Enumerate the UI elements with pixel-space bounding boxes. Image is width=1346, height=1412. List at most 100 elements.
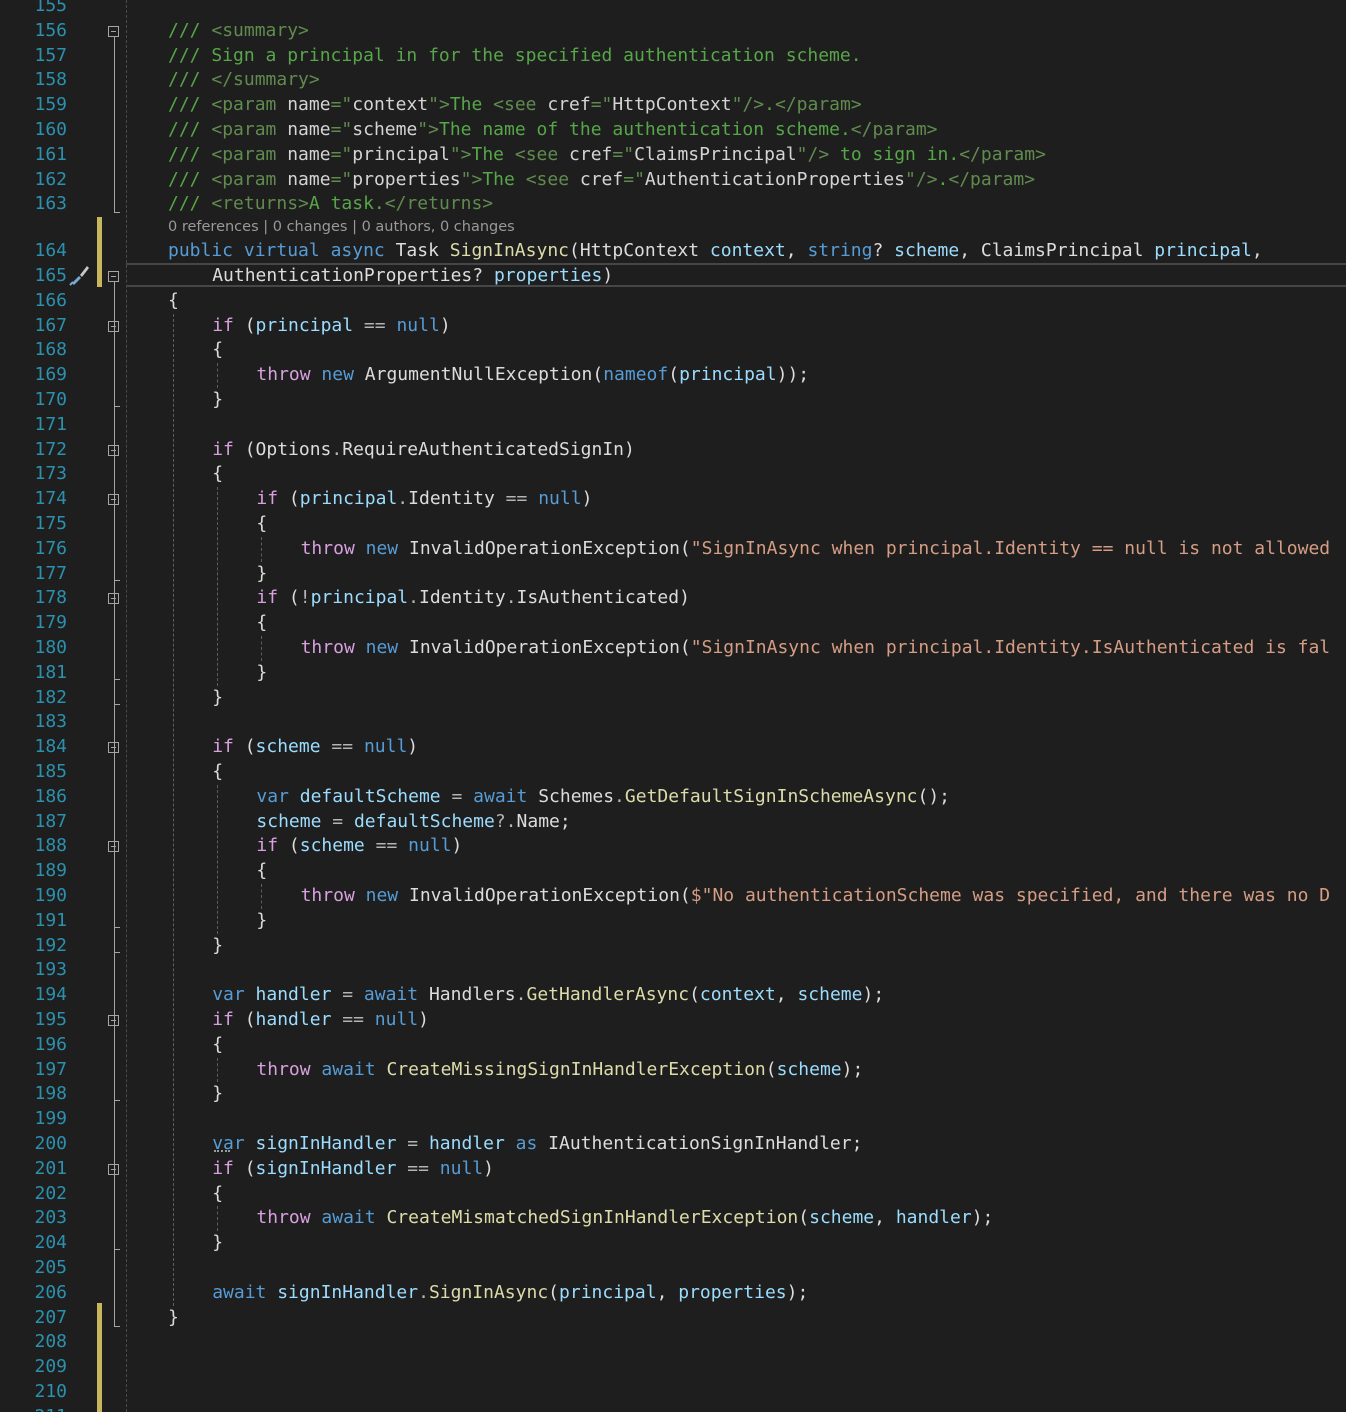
code-line[interactable]: if (Options.RequireAuthenticatedSignIn)	[212, 438, 635, 463]
code-line[interactable]: if (scheme == null)	[212, 735, 418, 760]
code-line[interactable]: {	[212, 462, 223, 487]
code-token: scheme	[256, 810, 322, 832]
code-line[interactable]: }	[212, 1231, 223, 1256]
code-token: if	[256, 587, 289, 609]
code-line[interactable]: /// </summary>	[168, 68, 320, 93]
code-line[interactable]: }	[212, 1082, 223, 1107]
indent-guide	[217, 784, 219, 934]
code-token: principal	[679, 364, 777, 386]
code-line[interactable]: scheme = defaultScheme?.Name;	[256, 810, 570, 835]
code-line[interactable]: if (scheme == null)	[256, 834, 462, 859]
code-token: <see	[493, 94, 548, 116]
code-line[interactable]: }	[212, 934, 223, 959]
line-number: 177	[34, 562, 67, 584]
code-line[interactable]: /// <param name="scheme">The name of the…	[168, 118, 938, 143]
code-line[interactable]: {	[168, 289, 179, 314]
code-token: handler	[255, 1009, 332, 1030]
code-line[interactable]: var defaultScheme = await Schemes.GetDef…	[256, 785, 950, 810]
code-line[interactable]: {	[256, 512, 267, 537]
code-token: "/>	[905, 168, 938, 190]
code-token: throw	[300, 885, 366, 906]
code-token: (	[798, 1207, 810, 1229]
code-line[interactable]: /// Sign a principal in for the specifie…	[168, 44, 862, 69]
code-line[interactable]: throw await CreateMissingSignInHandlerEx…	[256, 1058, 863, 1083]
code-line[interactable]: throw new ArgumentNullException(nameof(p…	[256, 363, 809, 388]
line-number: 184	[34, 736, 67, 758]
line-number: 160	[34, 119, 67, 140]
line-number: 155	[34, 0, 67, 16]
code-token: (	[288, 587, 300, 609]
code-token: (	[244, 736, 256, 758]
code-line[interactable]: }	[256, 562, 267, 587]
code-token: new	[321, 364, 365, 386]
fold-end-tick	[114, 926, 120, 928]
code-token: scheme	[255, 736, 321, 758]
code-token: {	[256, 612, 268, 634]
line-number: 211	[0, 1405, 67, 1412]
code-line[interactable]: /// <returns>A task.</returns>	[168, 192, 493, 217]
code-line[interactable]: {	[256, 859, 267, 884]
line-number: 194	[34, 984, 67, 1006]
line-number: 199	[34, 1108, 67, 1130]
code-token: SignInAsync	[449, 240, 569, 262]
code-line[interactable]: await signInHandler.SignInAsync(principa…	[212, 1281, 808, 1306]
code-lens[interactable]: 0 references | 0 changes | 0 authors, 0 …	[168, 217, 515, 237]
code-line[interactable]: {	[212, 1033, 223, 1058]
code-editor[interactable]: 0 references | 0 changes | 0 authors, 0 …	[0, 0, 1346, 1412]
code-line[interactable]: AuthenticationProperties? properties)	[212, 264, 613, 289]
code-line[interactable]: }	[256, 909, 267, 934]
code-line[interactable]: throw new InvalidOperationException($"No…	[301, 884, 1331, 909]
code-line[interactable]: }	[168, 1306, 179, 1331]
fold-end-tick	[114, 579, 120, 581]
code-line[interactable]: {	[256, 611, 267, 636]
code-line[interactable]: if (handler == null)	[212, 1008, 429, 1033]
code-token: RequireAuthenticatedSignIn)	[342, 438, 635, 460]
collapse-icon[interactable]	[108, 271, 119, 282]
fold-end-tick	[114, 703, 120, 705]
code-token: defaultScheme	[299, 785, 441, 807]
code-line[interactable]: throw new InvalidOperationException("Sig…	[301, 636, 1331, 661]
code-token: ,	[1251, 240, 1263, 262]
code-token: )	[407, 736, 419, 758]
code-line[interactable]: /// <param name="principal">The <see cre…	[168, 143, 1046, 168]
code-token: properties	[493, 265, 603, 286]
code-line[interactable]: {	[212, 338, 223, 363]
line-number: 167	[34, 314, 67, 336]
code-line[interactable]: if (principal == null)	[212, 314, 450, 339]
code-line[interactable]: if (principal.Identity == null)	[256, 487, 592, 512]
code-line[interactable]: var handler = await Handlers.GetHandlerA…	[212, 983, 884, 1008]
indent-guide	[217, 1057, 219, 1083]
code-token: Schemes	[538, 785, 615, 807]
code-line[interactable]: {	[212, 1182, 223, 1207]
code-line[interactable]: throw new InvalidOperationException("Sig…	[301, 537, 1331, 562]
code-token: scheme	[809, 1207, 875, 1229]
code-line[interactable]: {	[212, 760, 223, 785]
code-token: .	[505, 587, 517, 609]
code-line[interactable]: /// <summary>	[168, 19, 309, 44]
code-line[interactable]: }	[212, 686, 223, 711]
code-line[interactable]: var signInHandler = handler as IAuthenti…	[212, 1132, 862, 1157]
paintbrush-icon[interactable]	[68, 263, 92, 287]
collapse-icon[interactable]	[108, 25, 119, 37]
code-token: A task.	[308, 193, 385, 215]
code-token: scheme	[776, 1058, 842, 1080]
code-token: .	[408, 587, 419, 609]
line-number: 189	[34, 860, 67, 882]
code-token: Task	[395, 240, 450, 262]
code-token: (	[548, 1281, 560, 1303]
code-line[interactable]: public virtual async Task SignInAsync(Ht…	[168, 239, 1263, 264]
code-line[interactable]: if (!principal.Identity.IsAuthenticated)	[256, 586, 690, 611]
code-line[interactable]: /// <param name="context">The <see cref=…	[168, 93, 862, 118]
code-line[interactable]: /// <param name="properties">The <see cr…	[168, 168, 1035, 193]
code-line[interactable]: if (signInHandler == null)	[212, 1157, 494, 1182]
code-token: ==	[494, 488, 539, 510]
code-line[interactable]: }	[212, 388, 223, 413]
fold-end-tick	[114, 1325, 120, 1327]
code-token: The name of the authentication scheme.	[438, 119, 851, 140]
code-line[interactable]: }	[256, 661, 267, 686]
code-token: "/>	[731, 94, 765, 116]
code-token: null	[396, 314, 440, 336]
code-token: )	[483, 1157, 494, 1179]
code-token: (	[679, 637, 691, 658]
code-line[interactable]: throw await CreateMismatchedSignInHandle…	[256, 1206, 993, 1231]
